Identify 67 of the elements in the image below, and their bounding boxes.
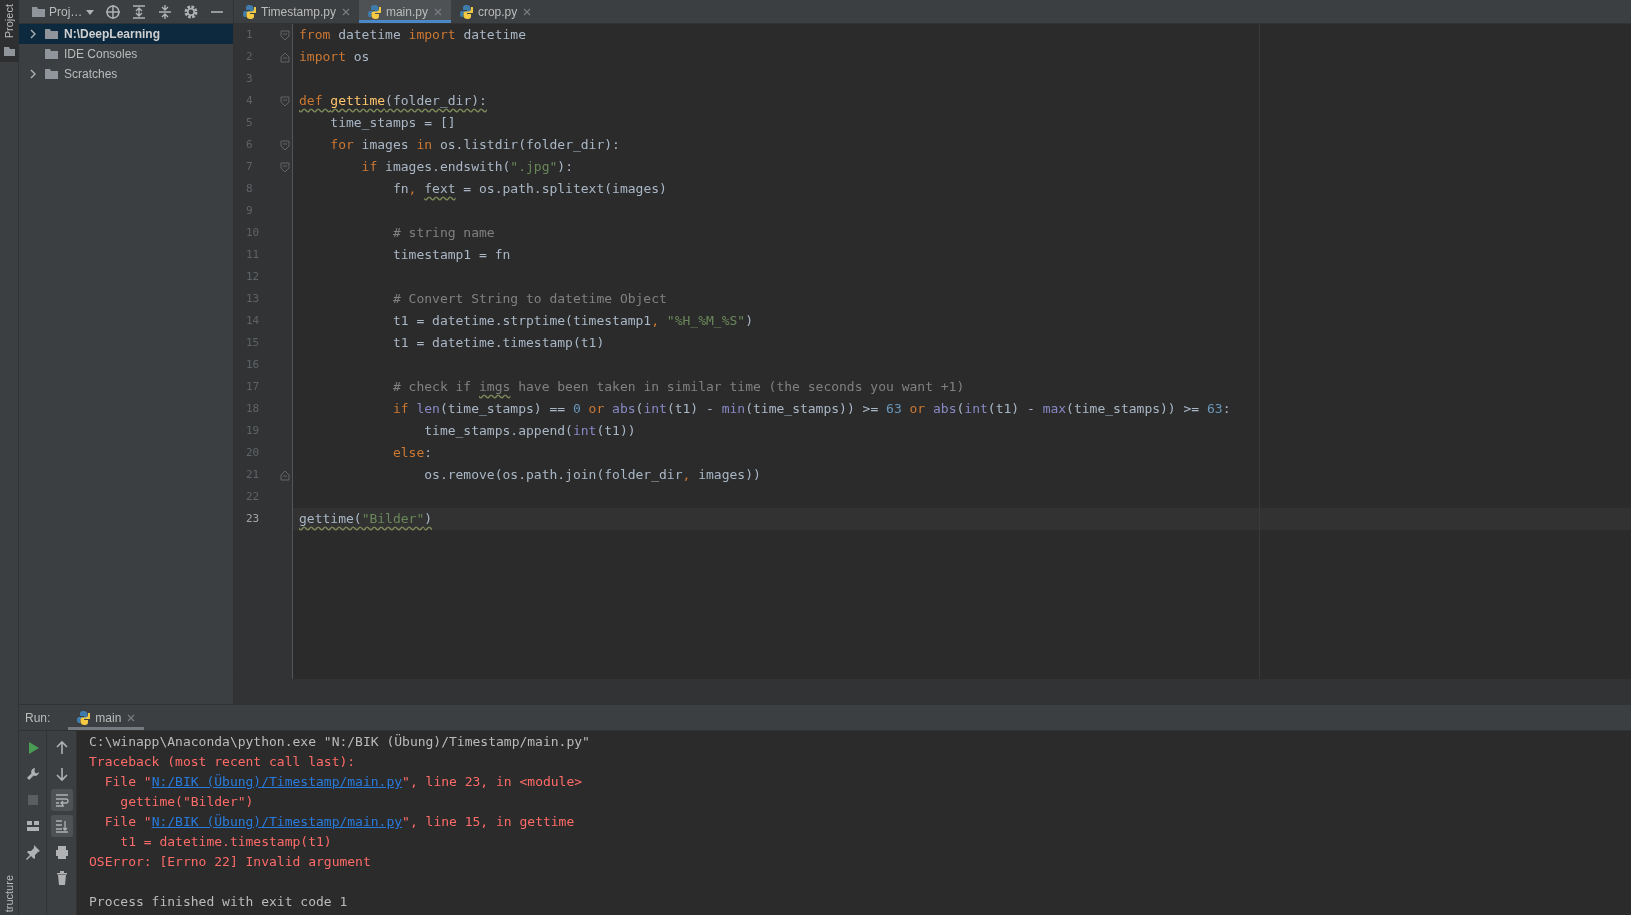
code-line: if len(time_stamps) == 0 or abs(int(t1) - min(time_stamps)) >= 63 or abs(int(t1) - max(time_stamps)) >= 63: [391,401,1231,416]
folder-icon [44,27,59,41]
project-tool-tab[interactable]: Project [0,0,19,63]
line-number: 23 [246,512,260,525]
file-link[interactable]: N:/BIK (Übung)/Timestamp/main.py [151,814,403,829]
code-line: time_stamps = [] [329,115,456,130]
down-arrow-icon [53,766,70,782]
tree-item[interactable]: N:\DeepLearning [19,24,233,44]
console-line: File "N:/BIK (Übung)/Timestamp/main.py", line 15, in gettime [103,813,576,831]
code-line: os.remove(os.path.join(folder_dir, images)) [423,467,761,482]
file-tab[interactable]: main.py [358,0,451,23]
tree-item[interactable]: IDE Consoles [19,44,233,64]
console-line: Traceback (most recent call last): [89,753,357,771]
folder-icon [44,67,59,81]
code-line: import os [299,49,370,64]
python-file-icon [366,3,381,20]
wrench-icon [24,766,41,782]
soft-wrap-button[interactable] [50,789,73,811]
locate-icon[interactable] [105,3,122,20]
pin-icon [24,844,41,860]
console-line: OSError: [Errno 22] Invalid argument [89,853,372,871]
collapse-all-icon[interactable] [157,3,174,20]
code-line: # string name [391,225,495,240]
close-icon[interactable] [126,712,137,723]
soft-wrap-icon [53,792,70,808]
folder-icon [3,44,15,57]
code-line: fn, fext = os.path.splitext(images) [391,181,667,196]
code-line: from datetime import datetime [299,27,526,42]
console-line: gettime("Bilder") [119,793,255,811]
console-line: Process finished with exit code 1 [89,893,349,911]
chevron-icon[interactable] [28,68,38,80]
print-icon [53,844,70,860]
structure-tool-tab[interactable]: tructure [3,874,15,912]
scroll-to-end-icon [53,818,70,834]
run-tab[interactable]: main [68,705,145,730]
code-line: gettime("Bilder") [299,511,433,526]
code-line: for images in os.listdir(folder_dir): [329,137,620,152]
layout-icon [24,818,41,834]
file-tab[interactable]: crop.py [450,0,541,23]
project-view-dropdown[interactable]: Proj… [31,4,96,19]
chevron-icon[interactable] [28,28,38,40]
python-file-icon [458,3,473,20]
code-line: else: [391,445,433,460]
file-tab[interactable]: Timestamp.py [234,0,359,23]
console-line: File "N:/BIK (Übung)/Timestamp/main.py", line 23, in <module> [103,773,584,791]
python-file-icon [242,3,256,20]
run-label: Run: [25,710,51,725]
code-line: if images.endswith(".jpg"): [360,159,573,174]
folder-icon [44,47,59,61]
close-icon[interactable] [340,6,351,17]
code-line: t1 = datetime.strptime(timestamp1, "%H_%M_%S") [391,313,753,328]
tree-item[interactable]: Scratches [19,64,233,84]
code-line: time_stamps.append(int(t1)) [423,423,636,438]
console-line: t1 = datetime.timestamp(t1) [119,833,333,851]
settings-icon[interactable] [183,3,200,20]
close-icon[interactable] [522,6,533,17]
expand-all-icon[interactable] [131,3,148,20]
code-line: t1 = datetime.timestamp(t1) [391,335,605,350]
console-line: C:\winapp\Anaconda\python.exe "N:/BIK (Übung)/Timestamp/main.py" [89,733,591,751]
python-icon [76,709,91,726]
folder-icon [31,4,46,19]
code-line: def gettime(folder_dir): [299,93,487,108]
file-link[interactable]: N:/BIK (Übung)/Timestamp/main.py [151,774,403,789]
scroll-to-end-button[interactable] [50,815,73,837]
code-line: # check if imgs have been taken in similar time (the seconds you want +1) [391,379,965,394]
code-line: timestamp1 = fn [391,247,511,262]
code-line: # Convert String to datetime Object [391,291,667,306]
